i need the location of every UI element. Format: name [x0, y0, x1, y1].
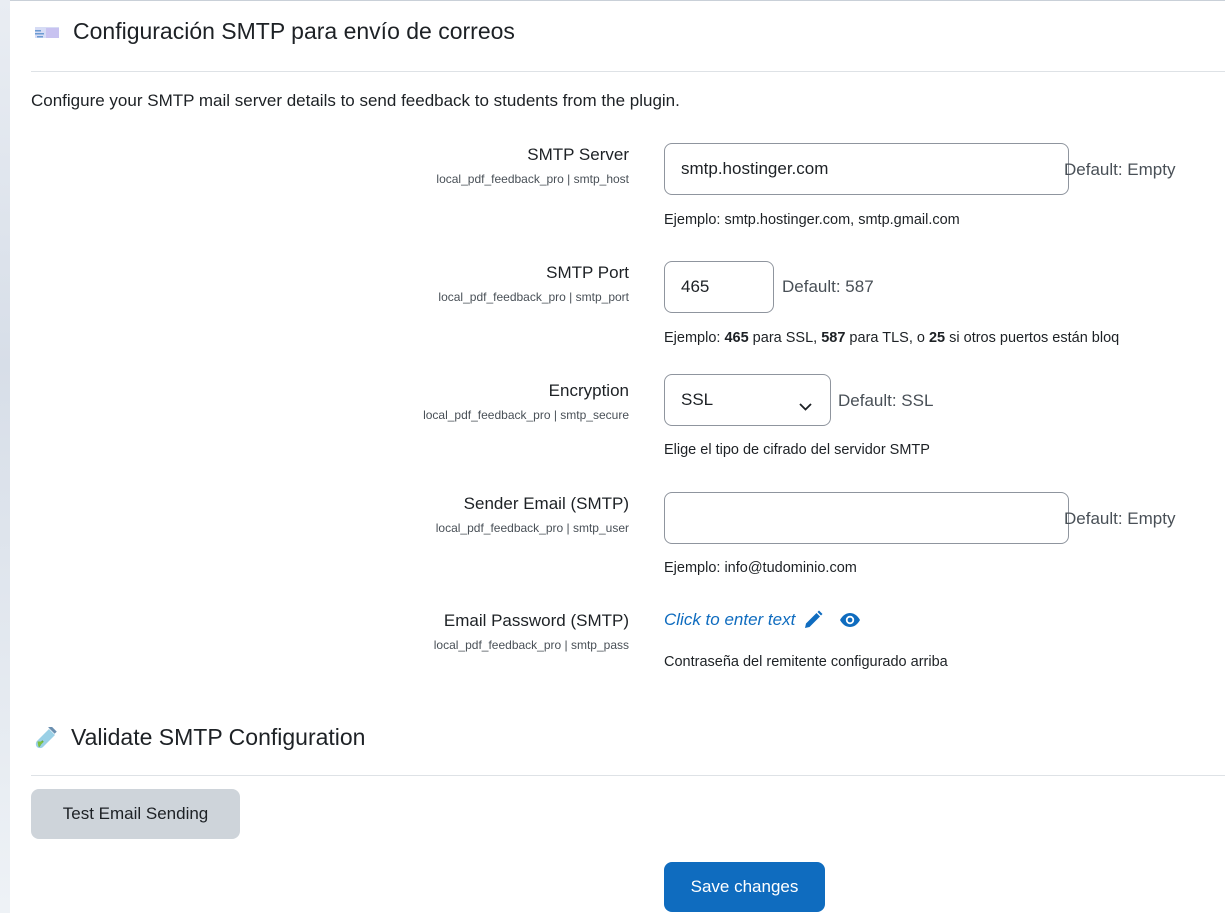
pencil-icon[interactable] [803, 610, 823, 630]
email-password-label: Email Password (SMTP) [443, 611, 629, 630]
smtp-port-label-group: SMTP Port local_pdf_feedback_pro | smtp_… [438, 262, 629, 304]
encryption-label: Encryption [548, 381, 629, 400]
settings-panel: Configuración SMTP para envío de correos… [10, 0, 1225, 914]
smtp-port-help-ssl-port: 465 [724, 330, 749, 346]
sender-email-label: Sender Email (SMTP) [463, 494, 629, 513]
smtp-port-help-mid2: para TLS, o [845, 330, 929, 346]
sender-email-default: Default: Empty [1064, 509, 1176, 528]
sender-email-help: Ejemplo: info@tudominio.com [664, 560, 857, 576]
smtp-server-default: Default: Empty [1064, 160, 1176, 179]
smtp-port-help-alt-port: 25 [928, 330, 946, 346]
smtp-server-label-group: SMTP Server local_pdf_feedback_pro | smt… [436, 144, 629, 186]
test-tube-icon [35, 726, 57, 749]
chevron-down-icon [799, 396, 812, 416]
smtp-port-value: 465 [681, 277, 710, 296]
smtp-server-help: Ejemplo: smtp.hostinger.com, smtp.gmail.… [664, 212, 960, 228]
validate-section-title-text: Validate SMTP Configuration [71, 724, 366, 750]
email-password-editor[interactable]: Click to enter text [664, 610, 861, 630]
encryption-key: local_pdf_feedback_pro | smtp_secure [423, 408, 629, 422]
email-password-key: local_pdf_feedback_pro | smtp_pass [433, 638, 629, 652]
encryption-help: Elige el tipo de cifrado del servidor SM… [664, 442, 930, 458]
save-changes-button[interactable]: Save changes [664, 862, 825, 912]
smtp-port-default: Default: 587 [782, 277, 874, 296]
smtp-port-input[interactable]: 465 [664, 261, 774, 313]
smtp-port-help-prefix: Ejemplo: [664, 330, 725, 346]
encryption-default: Default: SSL [838, 391, 934, 410]
smtp-section-title: Configuración SMTP para envío de correos [35, 18, 515, 45]
smtp-intro-text: Configure your SMTP mail server details … [31, 91, 680, 110]
smtp-port-help: Ejemplo: 465 para SSL, 587 para TLS, o 2… [664, 330, 1119, 346]
validate-section-divider [31, 775, 1225, 776]
encryption-label-group: Encryption local_pdf_feedback_pro | smtp… [423, 380, 629, 422]
envelope-icon [35, 25, 59, 39]
smtp-port-help-tls-port: 587 [821, 330, 846, 346]
email-password-label-group: Email Password (SMTP) local_pdf_feedback… [434, 610, 629, 652]
smtp-server-value: smtp.hostinger.com [681, 159, 829, 178]
smtp-server-input[interactable]: smtp.hostinger.com [664, 143, 1069, 195]
sender-email-label-group: Sender Email (SMTP) local_pdf_feedback_p… [436, 493, 629, 535]
sender-email-key: local_pdf_feedback_pro | smtp_user [435, 521, 629, 535]
sender-email-input[interactable] [664, 492, 1069, 544]
email-password-help: Contraseña del remitente configurado arr… [664, 654, 948, 670]
test-email-sending-button[interactable]: Test Email Sending [31, 789, 240, 839]
smtp-port-key: local_pdf_feedback_pro | smtp_port [438, 290, 629, 304]
encryption-select[interactable]: SSL [664, 374, 831, 426]
smtp-server-key: local_pdf_feedback_pro | smtp_host [436, 172, 629, 186]
smtp-port-label: SMTP Port [546, 263, 629, 282]
click-to-enter-text-link[interactable]: Click to enter text [664, 610, 795, 630]
encryption-value: SSL [681, 390, 714, 409]
eye-icon[interactable] [839, 612, 861, 628]
smtp-port-help-mid1: para SSL, [748, 330, 822, 346]
smtp-port-help-suffix: si otros puertos están bloq [945, 330, 1120, 346]
smtp-server-label: SMTP Server [527, 145, 629, 164]
section-divider [31, 71, 1225, 72]
validate-section-title: Validate SMTP Configuration [35, 724, 365, 751]
smtp-section-title-text: Configuración SMTP para envío de correos [73, 18, 515, 44]
